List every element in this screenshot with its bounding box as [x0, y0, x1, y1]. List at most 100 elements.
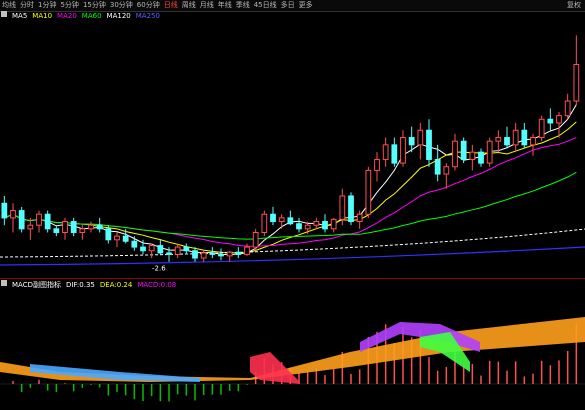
candle-body — [382, 144, 389, 160]
candle-body — [105, 228, 112, 241]
candle-body — [504, 137, 510, 146]
candle-body — [460, 140, 467, 160]
candle-body — [512, 129, 519, 146]
candle-body — [261, 213, 268, 233]
ma5-line — [4, 104, 577, 256]
candle-body — [18, 210, 25, 230]
toolbar-item-9[interactable]: 年线 — [216, 0, 234, 11]
candle-body — [374, 158, 380, 171]
candle-body — [88, 224, 94, 230]
candle-body — [36, 213, 42, 226]
candle-body — [200, 252, 207, 259]
candle-body — [287, 217, 294, 225]
candle-body — [44, 213, 51, 230]
candle-body — [1, 202, 8, 219]
candle-body — [521, 129, 528, 146]
candle-body — [313, 221, 320, 226]
candle-body — [322, 221, 328, 230]
candle-body — [209, 252, 216, 255]
candle-body — [443, 166, 450, 175]
candle-body — [530, 137, 536, 146]
candle-body — [226, 251, 233, 257]
toolbar-item-10[interactable]: 季线 — [234, 0, 252, 11]
toolbar-item-11[interactable]: 45日线 — [252, 0, 279, 11]
candle-body — [131, 240, 138, 248]
toolbar-item-5[interactable]: 60分钟 — [135, 0, 162, 11]
toolbar-item-12[interactable]: 多日 — [279, 0, 297, 11]
candle-body — [278, 217, 285, 223]
candle-body — [391, 144, 398, 164]
toolbar-item-4[interactable]: 30分钟 — [108, 0, 135, 11]
legend-ma5[interactable]: MA5 — [12, 11, 27, 22]
indicator-macd: MACD:0.08 — [137, 281, 177, 289]
candle-body — [122, 235, 129, 242]
candle-body — [79, 228, 86, 233]
indicator-dea: DEA:0.24 — [99, 281, 133, 289]
candle-body — [556, 115, 562, 124]
candle-body — [339, 195, 346, 220]
candle-body — [426, 129, 432, 160]
candle-body — [70, 221, 77, 233]
toolbar-item-6[interactable]: 日线 — [162, 0, 180, 11]
toolbar-item-1[interactable]: 1分钟 — [36, 0, 58, 11]
indicator-dif: DIF:0.35 — [65, 281, 95, 289]
candle-body — [408, 137, 415, 146]
candle-body — [244, 246, 250, 255]
indicator-legend: MACD副图指标 DIF:0.35 DEA:0.24 MACD:0.08 — [0, 280, 181, 291]
legend-ma60: MA60 — [81, 12, 102, 20]
candle-body — [296, 223, 302, 230]
toolbar-item-3[interactable]: 15分钟 — [81, 0, 108, 11]
toolbar-item-13[interactable]: 更多 — [297, 0, 315, 11]
candle-body — [573, 64, 580, 102]
candle-body — [27, 224, 34, 230]
candle-body — [166, 252, 172, 255]
restore-rights-button[interactable]: 复权 — [565, 0, 583, 11]
candle-body — [62, 221, 68, 233]
indicator-title[interactable]: MACD副图指标 — [12, 280, 61, 291]
legend-ma10: MA10 — [32, 12, 53, 20]
legend-ma120: MA120 — [106, 12, 131, 20]
candle-body — [96, 224, 103, 230]
indicator-icon — [1, 280, 7, 286]
candle-body — [114, 235, 120, 241]
macd-indicator-chart[interactable] — [0, 292, 585, 410]
candle-body — [304, 224, 311, 230]
candle-body — [434, 158, 441, 175]
candle-body — [10, 210, 16, 219]
candlestick-chart[interactable]: -2.6 — [0, 22, 585, 277]
toolbar-item-0[interactable]: 分时 — [18, 0, 36, 11]
ma120-line — [0, 228, 585, 258]
candle-body — [174, 246, 181, 255]
legend-ma20: MA20 — [57, 12, 77, 20]
candle-body — [148, 245, 155, 252]
candle-body — [356, 213, 363, 223]
candle-body — [400, 137, 406, 164]
toolbar-item-8[interactable]: 月线 — [198, 0, 216, 11]
candle-body — [218, 253, 224, 257]
candle-body — [270, 213, 276, 223]
candle-body — [564, 100, 571, 117]
toolbar-item-7[interactable]: 周线 — [180, 0, 198, 11]
candle-body — [478, 151, 484, 164]
candle-body — [469, 151, 476, 160]
candle-body — [53, 228, 60, 233]
candle-body — [192, 250, 198, 259]
candle-body — [547, 118, 554, 124]
indicator-icon — [1, 11, 7, 17]
price-low-label: -2.6 — [152, 265, 166, 273]
candle-body — [183, 246, 190, 252]
candle-body — [495, 137, 502, 142]
candle-body — [252, 231, 259, 248]
candle-body — [538, 118, 545, 139]
toolbar-item-2[interactable]: 5分钟 — [58, 0, 80, 11]
candle-body — [157, 245, 164, 254]
candle-body — [486, 140, 493, 164]
candle-body — [417, 129, 424, 146]
main-chart-legend: MA5 MA10 MA20 MA60 MA120 MA250 — [0, 11, 165, 22]
toolbar-prefix[interactable]: 均线 — [0, 0, 18, 11]
candle-body — [348, 195, 354, 223]
candle-body — [235, 251, 242, 255]
legend-ma250: MA250 — [135, 12, 160, 20]
candle-body — [140, 246, 146, 252]
candle-body — [365, 169, 372, 215]
